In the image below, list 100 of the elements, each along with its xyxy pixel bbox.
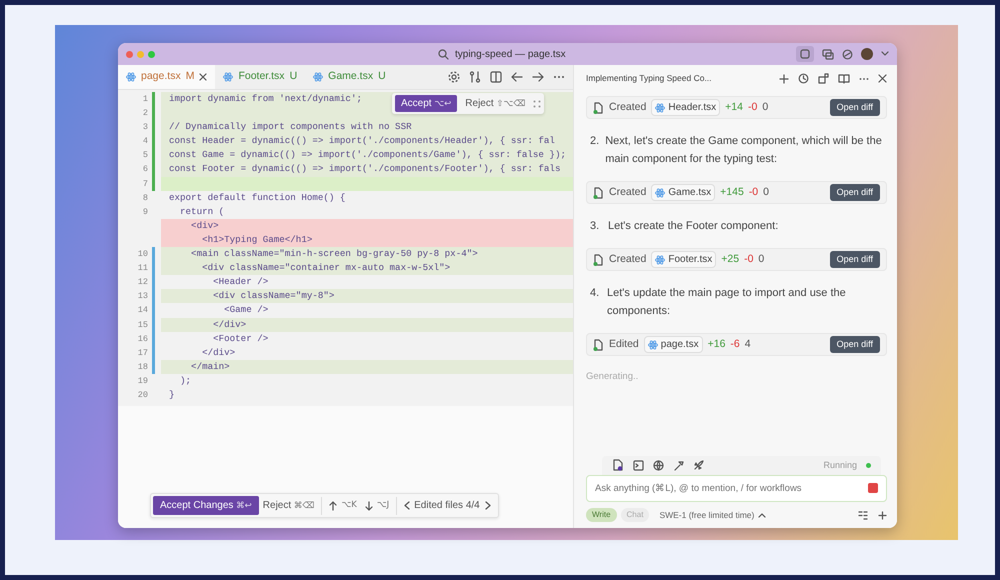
change-count: 4 xyxy=(744,336,751,352)
chevron-right-icon[interactable] xyxy=(484,501,491,510)
code-line: export default function Home() { xyxy=(168,190,346,205)
split-editor-icon[interactable] xyxy=(490,71,502,83)
file-chip[interactable]: Header.tsx xyxy=(651,99,720,116)
code-line: return ( xyxy=(179,204,226,219)
next-change-button[interactable]: ⌥J xyxy=(360,498,394,513)
model-selector[interactable]: SWE-1 (free limited time) xyxy=(659,508,754,522)
accept-changes-button[interactable]: Accept Changes ⌘↩ xyxy=(153,496,259,515)
code-line: } xyxy=(168,388,176,402)
line-number: 5 xyxy=(142,149,148,162)
caret-icon[interactable] xyxy=(758,512,766,518)
change-count: 0 xyxy=(762,100,768,115)
line-number: 17 xyxy=(136,346,148,360)
accept-button[interactable]: Accept ⌥↩ xyxy=(395,95,458,112)
book-icon[interactable] xyxy=(838,74,850,84)
search-icon[interactable] xyxy=(438,49,449,60)
step-number: 3. xyxy=(590,219,600,234)
open-diff-button[interactable]: Open diff xyxy=(830,336,880,354)
mode-toggle[interactable]: Write xyxy=(586,508,617,522)
line-number: 13 xyxy=(136,290,148,304)
step-text: Let's update the main page to import and use the components: xyxy=(607,286,847,319)
line-number: 6 xyxy=(142,163,148,176)
line-number: 8 xyxy=(142,192,148,205)
added-count: +16 xyxy=(708,336,726,352)
line-number: 11 xyxy=(136,262,148,276)
removed-count: -0 xyxy=(748,100,758,115)
react-icon xyxy=(655,188,666,198)
open-diff-button[interactable]: Open diff xyxy=(830,184,880,202)
removed-count: -0 xyxy=(744,252,754,267)
chevron-left-icon[interactable] xyxy=(404,501,410,510)
plus-icon[interactable] xyxy=(779,74,789,84)
added-count: +14 xyxy=(725,100,743,115)
line-number: 16 xyxy=(136,332,148,346)
file-icon xyxy=(593,102,604,114)
chat-input[interactable]: Ask anything (⌘L), @ to mention, / for workflows xyxy=(586,475,887,502)
step-number: 4. xyxy=(590,286,600,301)
file-chip[interactable]: page.tsx xyxy=(644,336,703,353)
terminal-icon[interactable] xyxy=(633,460,644,471)
running-status: Running xyxy=(823,458,857,472)
layout-icon[interactable] xyxy=(818,73,829,84)
editor-tab[interactable]: Game.tsx U xyxy=(305,65,394,89)
change-count: 0 xyxy=(763,184,769,200)
avatar[interactable] xyxy=(861,48,873,60)
gear-icon[interactable] xyxy=(448,71,460,83)
more-icon[interactable] xyxy=(859,76,869,80)
close-icon[interactable] xyxy=(878,74,887,83)
file-chip[interactable]: Game.tsx xyxy=(651,184,716,201)
open-diff-button[interactable]: Open diff xyxy=(830,98,880,116)
generating-status: Generating.. xyxy=(586,370,638,384)
arrow-right-icon[interactable] xyxy=(532,72,544,82)
line-number: 1 xyxy=(142,93,148,106)
react-icon xyxy=(223,72,234,82)
step-number: 2. xyxy=(590,134,600,149)
line-number: 3 xyxy=(142,121,148,134)
compare-icon[interactable] xyxy=(469,71,481,83)
action-label: Created xyxy=(609,252,646,267)
chat-icon[interactable] xyxy=(822,48,834,60)
line-number: 12 xyxy=(136,276,148,290)
plus-icon[interactable] xyxy=(878,510,887,520)
globe-icon[interactable] xyxy=(653,460,664,471)
grip-icon[interactable] xyxy=(533,100,542,108)
react-icon xyxy=(648,340,658,350)
line-number: 15 xyxy=(136,318,148,332)
previous-change-button[interactable]: ⌥K xyxy=(325,498,361,513)
removed-count: -0 xyxy=(748,184,758,200)
stop-button[interactable] xyxy=(868,483,878,493)
chat-title: Implementing Typing Speed Co... xyxy=(586,72,712,85)
rocket-icon[interactable] xyxy=(693,460,704,471)
line-number: 19 xyxy=(136,374,148,388)
line-number: 4 xyxy=(142,135,148,148)
editor-tab[interactable]: Footer.tsx U xyxy=(215,65,306,89)
arrow-up-icon xyxy=(329,500,338,510)
panel-icon[interactable] xyxy=(796,46,814,62)
code-line: <Game /> xyxy=(223,303,270,318)
history-icon[interactable] xyxy=(798,73,809,84)
code-line: ); xyxy=(179,374,192,388)
code-line: <Footer /> xyxy=(212,332,270,346)
open-diff-button[interactable]: Open diff xyxy=(830,250,880,268)
arrow-down-icon xyxy=(364,500,373,510)
more-icon[interactable] xyxy=(553,75,565,79)
step-text: Next, let's create the Game component, which will be the main component for the typing test: xyxy=(605,134,883,167)
react-icon xyxy=(126,72,136,82)
line-number: 18 xyxy=(136,360,148,374)
react-icon xyxy=(655,102,666,112)
step-text: Let's create the Footer component: xyxy=(608,219,778,234)
reject-button[interactable]: Reject ⌘⌫ xyxy=(258,497,318,514)
action-label: Created xyxy=(609,184,646,200)
code-line: </div> xyxy=(201,346,236,360)
file-chip[interactable]: Footer.tsx xyxy=(651,251,716,268)
edited-files-label: Edited files 4/4 xyxy=(414,499,480,513)
list-icon[interactable] xyxy=(858,510,868,520)
close-icon[interactable] xyxy=(199,73,208,81)
file-context-icon[interactable] xyxy=(612,459,624,472)
file-icon xyxy=(593,186,604,198)
added-count: +145 xyxy=(720,184,744,200)
react-icon xyxy=(313,72,324,82)
editor-tab[interactable]: page.tsx M xyxy=(118,65,216,89)
chevron-down-icon[interactable] xyxy=(881,51,889,57)
arrow-left-icon[interactable] xyxy=(511,72,523,82)
